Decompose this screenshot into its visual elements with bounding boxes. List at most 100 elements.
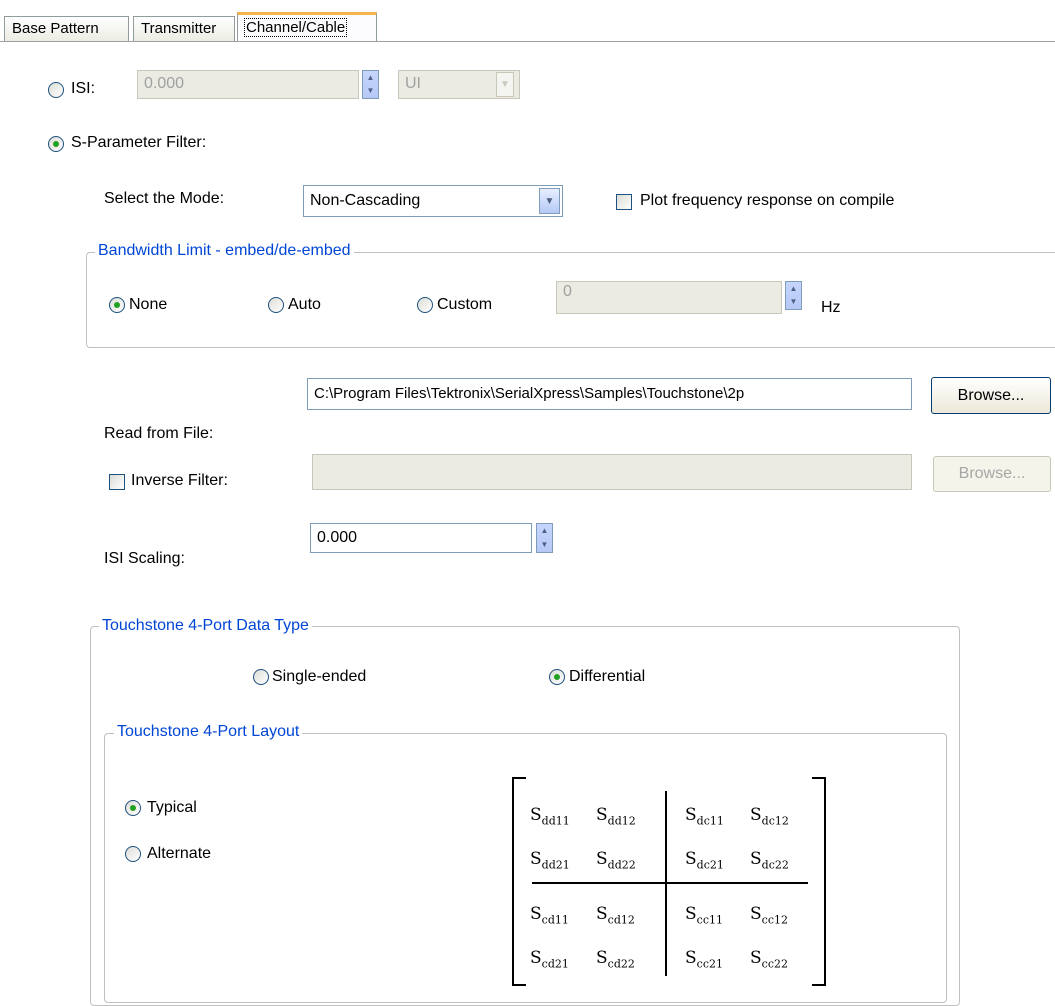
matrix-cell-subscript: dd11 [541, 814, 570, 828]
plot-frequency-checkbox[interactable] [616, 194, 632, 210]
matrix-cell: Sdd21 [530, 849, 570, 871]
inverse-filter-input[interactable] [312, 454, 912, 490]
inverse-filter-checkbox[interactable] [109, 474, 125, 490]
bandwidth-auto-label: Auto [288, 296, 321, 313]
matrix-cell-subscript: cd11 [541, 913, 569, 927]
matrix-cell: Scd21 [530, 948, 569, 970]
mode-label: Select the Mode: [104, 190, 225, 207]
alternate-label: Alternate [147, 845, 212, 862]
matrix-cell-subscript: cc22 [761, 957, 788, 971]
left-bracket [512, 777, 526, 986]
matrix-cell-symbol: S [596, 904, 608, 924]
bandwidth-custom-label: Custom [437, 296, 493, 313]
single-ended-label: Single-ended [272, 668, 367, 685]
differential-label: Differential [569, 668, 646, 685]
alternate-radio[interactable] [125, 846, 141, 862]
datatype-group-title: Touchstone 4-Port Data Type [99, 617, 312, 635]
tab-base-pattern[interactable]: Base Pattern [4, 16, 129, 41]
browse-inverse-button[interactable]: Browse... [933, 456, 1051, 492]
matrix-cell-symbol: S [750, 849, 762, 869]
matrix-cell-symbol: S [685, 849, 697, 869]
matrix-cell-subscript: cc12 [761, 913, 788, 927]
tab-channel-cable[interactable]: Channel/Cable [237, 12, 377, 42]
tab-label: Transmitter [141, 20, 217, 37]
layout-group-title: Touchstone 4-Port Layout [114, 723, 303, 741]
single-ended-radio[interactable] [253, 669, 269, 685]
matrix-cell-subscript: dc21 [696, 858, 724, 872]
matrix-cell-subscript: cd21 [541, 957, 569, 971]
sparam-radio[interactable] [48, 136, 64, 152]
matrix-cell-symbol: S [685, 948, 697, 968]
mode-select[interactable]: Non-Cascading [303, 185, 563, 217]
tab-transmitter[interactable]: Transmitter [133, 16, 235, 41]
read-file-input[interactable]: C:\Program Files\Tektronix\SerialXpress\… [307, 378, 912, 410]
matrix-cell: Scc11 [685, 904, 723, 926]
spin-down-icon[interactable]: ▼ [537, 538, 552, 552]
s-parameter-matrix: Sdd11 Sdd12 Sdc11 Sdc12 Sdd21 Sdd22 Sdc21 Sdc22… [508, 777, 830, 989]
bandwidth-none-label: None [129, 296, 168, 313]
isi-spinner[interactable]: ▲ ▼ [362, 70, 379, 99]
matrix-cell: Scc22 [750, 948, 788, 970]
chevron-down-icon[interactable]: ▼ [539, 188, 560, 214]
chevron-down-icon[interactable]: ▼ [496, 72, 514, 97]
matrix-cell: Sdd22 [596, 849, 636, 871]
matrix-cell: Sdc11 [685, 805, 724, 827]
matrix-cell: Scd12 [596, 904, 635, 926]
matrix-cell: Sdc21 [685, 849, 724, 871]
matrix-cell-symbol: S [750, 904, 762, 924]
differential-radio[interactable] [549, 669, 565, 685]
spin-down-icon[interactable]: ▼ [786, 296, 801, 310]
matrix-cell: Sdc22 [750, 849, 789, 871]
bandwidth-auto-radio[interactable] [268, 297, 284, 313]
bandwidth-custom-radio[interactable] [417, 297, 433, 313]
isi-label: ISI: [71, 80, 96, 97]
matrix-cell-subscript: dd22 [607, 858, 636, 872]
browse-file-button[interactable]: Browse... [931, 377, 1051, 414]
matrix-cell-symbol: S [530, 904, 542, 924]
matrix-cell: Sdd11 [530, 805, 570, 827]
tab-label: Base Pattern [12, 20, 99, 37]
typical-radio[interactable] [125, 800, 141, 816]
matrix-cell-symbol: S [530, 948, 542, 968]
matrix-cell-subscript: cc21 [696, 957, 723, 971]
matrix-cell-subscript: dc12 [761, 814, 789, 828]
bandwidth-unit-label: Hz [821, 299, 841, 316]
matrix-cell-symbol: S [596, 849, 608, 869]
matrix-cell-symbol: S [596, 948, 608, 968]
matrix-cell-symbol: S [685, 904, 697, 924]
matrix-cell: Scd22 [596, 948, 635, 970]
spin-down-icon[interactable]: ▼ [363, 85, 378, 99]
bandwidth-group-title: Bandwidth Limit - embed/de-embed [95, 242, 354, 260]
isi-scaling-input[interactable]: 0.000 [310, 523, 532, 553]
isi-scaling-spinner[interactable]: ▲ ▼ [536, 523, 553, 553]
matrix-cell-symbol: S [685, 805, 697, 825]
matrix-cell-subscript: cd12 [607, 913, 635, 927]
channel-cable-panel: ISI: 0.000 ▲ ▼ UI ▼ S-Parameter Filter: S… [0, 42, 1055, 1006]
tab-label: Channel/Cable [243, 18, 348, 37]
bandwidth-custom-input[interactable]: 0 [556, 281, 782, 314]
right-bracket [812, 777, 826, 986]
read-file-label: Read from File: [104, 425, 214, 442]
matrix-cell-subscript: cd22 [607, 957, 635, 971]
isi-radio[interactable] [48, 82, 64, 98]
matrix-cell-subscript: cc11 [696, 913, 723, 927]
matrix-cell-symbol: S [750, 805, 762, 825]
matrix-cell-symbol: S [750, 948, 762, 968]
matrix-cell-subscript: dd12 [607, 814, 636, 828]
spin-up-icon[interactable]: ▲ [537, 524, 552, 538]
isi-value-input[interactable]: 0.000 [137, 70, 359, 99]
matrix-cell-subscript: dc11 [696, 814, 724, 828]
tab-strip: Base Pattern Transmitter Channel/Cable [0, 0, 1055, 42]
matrix-horizontal-divider [532, 882, 808, 884]
matrix-cell-subscript: dd21 [541, 858, 570, 872]
matrix-cell: Sdc12 [750, 805, 789, 827]
bandwidth-none-radio[interactable] [109, 297, 125, 313]
inverse-filter-label: Inverse Filter: [131, 472, 228, 489]
matrix-cell-symbol: S [530, 805, 542, 825]
matrix-cell: Scd11 [530, 904, 569, 926]
bandwidth-spinner[interactable]: ▲ ▼ [785, 281, 802, 310]
spin-up-icon[interactable]: ▲ [363, 71, 378, 85]
spin-up-icon[interactable]: ▲ [786, 282, 801, 296]
sparam-label: S-Parameter Filter: [71, 134, 207, 151]
matrix-cell: Sdd12 [596, 805, 636, 827]
